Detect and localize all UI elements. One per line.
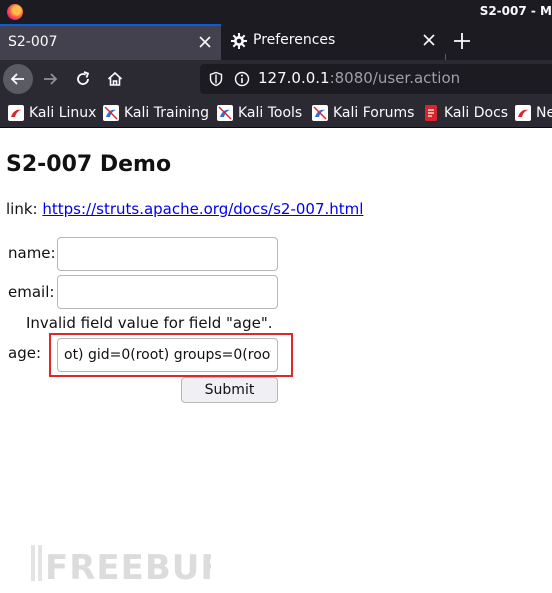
link-prefix: link: (6, 200, 43, 218)
home-button[interactable] (100, 64, 130, 94)
close-tab-icon[interactable] (419, 30, 439, 50)
kali-dragon-icon (217, 105, 233, 121)
title-bar: S2-007 - M (0, 0, 552, 24)
reload-button[interactable] (68, 64, 98, 94)
bookmark-label: Kali Training (124, 105, 209, 121)
url-text: 127.0.0.1:8080/user.action (258, 69, 460, 87)
bookmark-kali-forums[interactable]: Kali Forums (312, 104, 414, 122)
bookmark-kali-linux[interactable]: Kali Linux (8, 104, 96, 122)
home-icon (107, 71, 123, 86)
age-error-message: Invalid field value for field "age". (26, 314, 273, 332)
url-host: 127.0.0.1 (258, 69, 330, 87)
bookmark-kali-training[interactable]: Kali Training (103, 104, 209, 122)
kali-dragon-icon (312, 105, 328, 121)
kali-dragon-icon (515, 105, 531, 121)
shield-icon[interactable] (208, 71, 224, 87)
bookmark-label: Kali Tools (238, 105, 303, 121)
url-path: :8080/user.action (329, 69, 461, 87)
info-icon[interactable] (234, 71, 250, 87)
bookmark-kali-tools[interactable]: Kali Tools (217, 104, 302, 122)
address-bar[interactable]: 127.0.0.1:8080/user.action (200, 64, 552, 94)
page-title: S2-007 Demo (6, 152, 172, 177)
struts-docs-link[interactable]: https://struts.apache.org/docs/s2-007.ht… (42, 200, 363, 218)
firefox-logo-icon (7, 4, 23, 20)
highlight-box (49, 333, 293, 377)
bookmarks-toolbar: Kali Linux Kali Training Kali Tools Kali… (0, 98, 552, 128)
tab-label: S2-007 (8, 34, 58, 50)
back-button[interactable] (3, 64, 33, 94)
kali-dragon-icon (103, 105, 119, 121)
link-row: link: https://struts.apache.org/docs/s2-… (6, 200, 363, 218)
email-input[interactable] (57, 275, 278, 309)
forward-button[interactable] (35, 64, 65, 94)
bookmark-kali-docs[interactable]: Kali Docs (423, 104, 508, 122)
tab-preferences[interactable]: Preferences (222, 24, 445, 60)
age-label: age: (8, 344, 41, 362)
bookmark-label: Kali Docs (444, 105, 509, 121)
bookmark-overflow[interactable]: Ne (515, 104, 552, 122)
bookmark-label: Kali Forums (333, 105, 415, 121)
bookmark-label: Kali Linux (29, 105, 97, 121)
gear-icon (231, 33, 247, 49)
window-title: S2-007 - M (479, 4, 552, 18)
navigation-toolbar: 127.0.0.1:8080/user.action (0, 60, 552, 98)
submit-button[interactable]: Submit (181, 377, 278, 403)
arrow-left-icon (10, 73, 24, 85)
name-label: name: (8, 244, 56, 262)
kali-docs-icon (425, 105, 437, 121)
arrow-right-icon (44, 73, 58, 85)
close-tab-icon[interactable] (195, 32, 215, 52)
email-label: email: (8, 283, 55, 301)
bookmark-label: Ne (536, 105, 552, 121)
kali-dragon-icon (8, 105, 24, 121)
tab-label: Preferences (253, 32, 336, 48)
name-input[interactable] (57, 237, 278, 271)
reload-icon (77, 71, 90, 85)
new-tab-icon[interactable] (451, 30, 473, 52)
tab-s2-007[interactable]: S2-007 (0, 24, 221, 60)
freebuf-watermark: FREEBUF (31, 545, 211, 585)
watermark-text: FREEBUF (45, 548, 211, 585)
